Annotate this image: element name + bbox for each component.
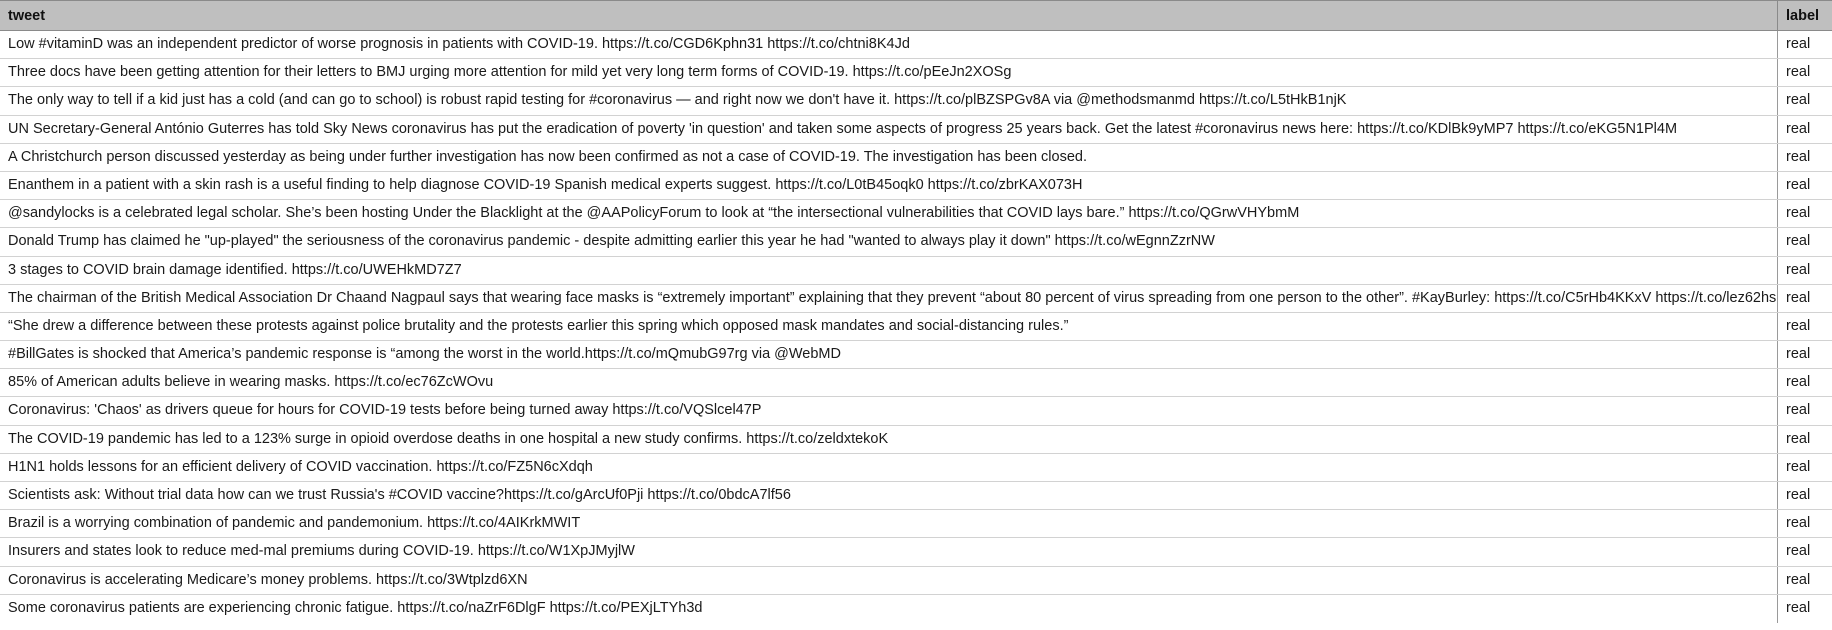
table-row[interactable]: Insurers and states look to reduce med-m…: [0, 538, 1832, 567]
table-row[interactable]: Low #vitaminD was an independent predict…: [0, 31, 1832, 60]
tweet-cell[interactable]: UN Secretary-General António Guterres ha…: [0, 115, 1778, 143]
table-row[interactable]: Three docs have been getting attention f…: [0, 59, 1832, 88]
label-cell[interactable]: real: [1778, 228, 1832, 255]
table-row[interactable]: Brazil is a worrying combination of pand…: [0, 510, 1832, 539]
tweet-cell[interactable]: A Christchurch person discussed yesterda…: [0, 143, 1778, 171]
table-row[interactable]: H1N1 holds lessons for an efficient deli…: [0, 453, 1832, 482]
tweet-cell[interactable]: 3 stages to COVID brain damage identifie…: [0, 256, 1778, 284]
table-row[interactable]: The COVID-19 pandemic has led to a 123% …: [0, 425, 1832, 454]
tweet-cell[interactable]: “She drew a difference between these pro…: [0, 312, 1778, 341]
label-cell[interactable]: real: [1778, 538, 1832, 565]
label-cell[interactable]: real: [1778, 87, 1832, 114]
table-row[interactable]: Scientists ask: Without trial data how c…: [0, 482, 1832, 511]
tweet-cell[interactable]: The COVID-19 pandemic has led to a 123% …: [0, 425, 1778, 453]
table-row[interactable]: Some coronavirus patients are experienci…: [0, 594, 1832, 623]
label-cell[interactable]: real: [1778, 397, 1832, 424]
tweet-cell[interactable]: Some coronavirus patients are experienci…: [0, 594, 1778, 623]
label-cell[interactable]: real: [1778, 341, 1832, 368]
table-row[interactable]: The only way to tell if a kid just has a…: [0, 87, 1832, 116]
label-cell[interactable]: real: [1778, 257, 1832, 284]
label-cell[interactable]: real: [1778, 482, 1832, 509]
spreadsheet-table: tweet label Low #vitaminD was an indepen…: [0, 0, 1832, 623]
tweet-cell[interactable]: Insurers and states look to reduce med-m…: [0, 538, 1778, 566]
table-row[interactable]: Coronavirus is accelerating Medicare’s m…: [0, 566, 1832, 595]
tweet-cell[interactable]: Scientists ask: Without trial data how c…: [0, 482, 1778, 510]
label-cell[interactable]: real: [1778, 369, 1832, 396]
label-cell[interactable]: real: [1778, 510, 1832, 537]
tweet-cell[interactable]: 85% of American adults believe in wearin…: [0, 369, 1778, 397]
tweet-cell[interactable]: H1N1 holds lessons for an efficient deli…: [0, 453, 1778, 481]
tweet-cell[interactable]: The only way to tell if a kid just has a…: [0, 87, 1778, 115]
table-row[interactable]: Coronavirus: 'Chaos' as drivers queue fo…: [0, 397, 1832, 426]
tweet-cell[interactable]: Brazil is a worrying combination of pand…: [0, 510, 1778, 538]
label-cell[interactable]: real: [1778, 59, 1832, 86]
tweet-cell[interactable]: Coronavirus: 'Chaos' as drivers queue fo…: [0, 397, 1778, 425]
label-cell[interactable]: real: [1778, 595, 1832, 623]
tweet-cell[interactable]: @sandylocks is a celebrated legal schola…: [0, 200, 1778, 228]
tweet-cell[interactable]: The chairman of the British Medical Asso…: [0, 284, 1778, 312]
table-row[interactable]: The chairman of the British Medical Asso…: [0, 284, 1832, 313]
label-cell[interactable]: real: [1778, 144, 1832, 171]
tweet-cell[interactable]: #BillGates is shocked that America’s pan…: [0, 341, 1778, 369]
label-cell[interactable]: real: [1778, 426, 1832, 453]
label-cell[interactable]: real: [1778, 31, 1832, 58]
tweet-cell[interactable]: Three docs have been getting attention f…: [0, 59, 1778, 87]
table-row[interactable]: A Christchurch person discussed yesterda…: [0, 143, 1832, 172]
table-row[interactable]: @sandylocks is a celebrated legal schola…: [0, 200, 1832, 229]
table-row[interactable]: 3 stages to COVID brain damage identifie…: [0, 256, 1832, 285]
tweet-cell[interactable]: Coronavirus is accelerating Medicare’s m…: [0, 566, 1778, 594]
table-row[interactable]: Enanthem in a patient with a skin rash i…: [0, 171, 1832, 201]
tweet-cell[interactable]: Donald Trump has claimed he "up-played" …: [0, 228, 1778, 256]
table-row[interactable]: “She drew a difference between these pro…: [0, 312, 1832, 342]
label-cell[interactable]: real: [1778, 285, 1832, 312]
label-cell[interactable]: real: [1778, 172, 1832, 199]
table-row[interactable]: Donald Trump has claimed he "up-played" …: [0, 228, 1832, 257]
table-row[interactable]: #BillGates is shocked that America’s pan…: [0, 341, 1832, 370]
tweet-cell[interactable]: Low #vitaminD was an independent predict…: [0, 31, 1778, 59]
table-body: Low #vitaminD was an independent predict…: [0, 31, 1832, 623]
table-row[interactable]: UN Secretary-General António Guterres ha…: [0, 115, 1832, 144]
table-row[interactable]: 85% of American adults believe in wearin…: [0, 369, 1832, 398]
column-header-tweet[interactable]: tweet: [0, 1, 1778, 30]
label-cell[interactable]: real: [1778, 200, 1832, 227]
header-row: tweet label: [0, 0, 1832, 31]
label-cell[interactable]: real: [1778, 116, 1832, 143]
label-cell[interactable]: real: [1778, 313, 1832, 340]
label-cell[interactable]: real: [1778, 454, 1832, 481]
label-cell[interactable]: real: [1778, 567, 1832, 594]
column-header-label[interactable]: label: [1778, 1, 1832, 30]
tweet-cell[interactable]: Enanthem in a patient with a skin rash i…: [0, 171, 1778, 200]
